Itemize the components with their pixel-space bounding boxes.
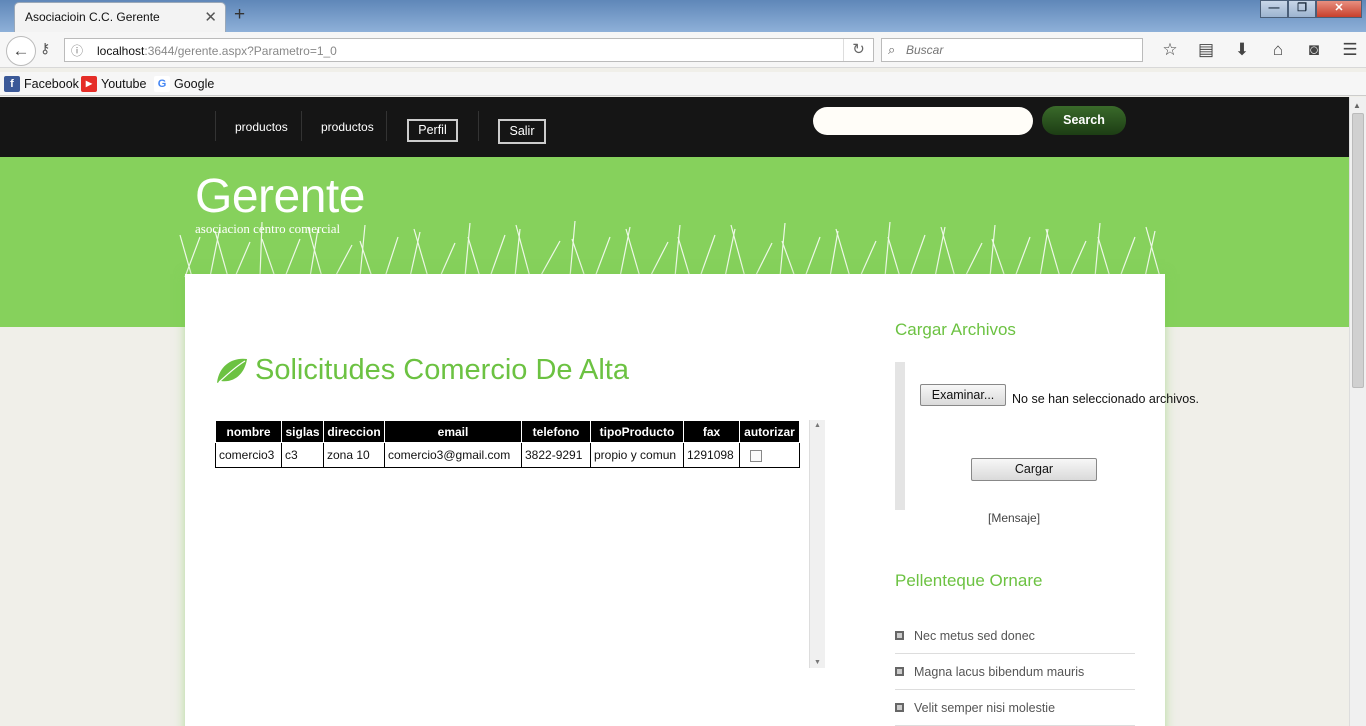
bookmarks-bar: f Facebook ▶ Youtube G Google	[0, 72, 1366, 96]
cell-fax: 1291098	[683, 442, 740, 468]
url-host: localhost	[97, 44, 145, 58]
close-window-icon[interactable]: ✕	[1316, 0, 1362, 18]
column-header: siglas	[281, 420, 324, 443]
list-item-label: Magna lacus bibendum mauris	[914, 664, 1085, 679]
menu-label: productos	[235, 120, 288, 134]
url-path: :3644/gerente.aspx?Parametro=1_0	[144, 44, 337, 58]
page-scrollbar[interactable]: ▲	[1349, 97, 1366, 726]
page-title: Solicitudes Comercio De Alta	[255, 354, 629, 386]
address-bar[interactable]: ⓘ localhost:3644/gerente.aspx?Parametro=…	[64, 38, 874, 62]
bookmark-label: Facebook	[24, 77, 79, 91]
column-header: telefono	[521, 420, 591, 443]
leaf-icon	[217, 358, 247, 383]
page-heading: Solicitudes Comercio De Alta	[215, 354, 629, 387]
upload-panel-bar	[895, 362, 905, 510]
menu-productos-2[interactable]: productos	[301, 111, 387, 141]
file-status: No se han seleccionado archivos.	[1012, 392, 1199, 406]
list-item-label: Velit semper nisi molestie	[914, 700, 1056, 715]
window-controls: — ❐ ✕	[1260, 0, 1362, 18]
site-search-button[interactable]: Search	[1042, 106, 1126, 135]
site-topbar: productos productos Perfil Salir Search	[0, 97, 1349, 157]
table-row: comercio3 c3 zona 10 comercio3@gmail.com…	[215, 442, 800, 468]
info-icon[interactable]: ⓘ	[71, 42, 83, 59]
side-list: Nec metus sed donec Magna lacus bibendum…	[895, 618, 1135, 726]
back-arrow-icon[interactable]: ←	[6, 36, 36, 66]
list-item[interactable]: Nec metus sed donec	[895, 618, 1135, 654]
google-icon: G	[154, 76, 170, 92]
download-icon[interactable]: ⬇	[1224, 40, 1260, 60]
column-header: fax	[683, 420, 740, 443]
page-viewport: productos productos Perfil Salir Search …	[0, 97, 1349, 726]
site-search-input[interactable]	[813, 107, 1033, 135]
new-tab-icon[interactable]: +	[234, 4, 245, 26]
upload-heading: Cargar Archivos	[895, 320, 1016, 339]
search-icon: ⌕	[888, 42, 896, 57]
browser-tab[interactable]: Asociacioin C.C. Gerente ✕	[14, 2, 226, 32]
menu-divider	[478, 111, 479, 141]
list-heading: Pellenteque Ornare	[895, 571, 1043, 590]
menu-productos-1[interactable]: productos	[215, 111, 288, 141]
home-icon[interactable]: ⌂	[1260, 40, 1296, 60]
salir-button[interactable]: Salir	[498, 119, 546, 144]
pocket-icon[interactable]: ◙	[1296, 40, 1332, 60]
message-label: [Mensaje]	[988, 511, 1041, 525]
bookmark-youtube[interactable]: ▶ Youtube	[81, 76, 146, 92]
column-header: direccion	[323, 420, 385, 443]
cell-nombre: comercio3	[215, 442, 282, 468]
reading-list-icon[interactable]: ▤	[1188, 40, 1224, 60]
bookmark-label: Google	[174, 77, 215, 91]
youtube-icon: ▶	[81, 76, 97, 92]
menu-icon[interactable]: ☰	[1332, 40, 1366, 60]
facebook-icon: f	[4, 76, 20, 92]
minimize-icon[interactable]: —	[1260, 0, 1288, 18]
reload-icon[interactable]: ↻	[843, 39, 873, 61]
column-header: nombre	[215, 420, 282, 443]
browser-titlebar: Asociacioin C.C. Gerente ✕ + — ❐ ✕	[0, 0, 1366, 32]
key-icon[interactable]: ⚷	[40, 40, 50, 57]
menu-label: productos	[321, 120, 374, 134]
bullet-icon	[895, 631, 904, 640]
bookmark-google[interactable]: G Google	[154, 76, 214, 92]
scroll-up-icon[interactable]: ▲	[814, 422, 821, 429]
cell-direccion: zona 10	[323, 442, 385, 468]
cell-email: comercio3@gmail.com	[384, 442, 522, 468]
solicitudes-grid: nombre siglas direccion email telefono t…	[215, 420, 825, 668]
browser-search[interactable]: ⌕	[881, 38, 1143, 62]
cell-telefono: 3822-9291	[521, 442, 591, 468]
browser-navbar: ← ⚷ ⓘ localhost:3644/gerente.aspx?Parame…	[0, 32, 1366, 68]
scroll-down-icon[interactable]: ▼	[814, 659, 821, 666]
scroll-thumb[interactable]	[1352, 113, 1364, 388]
scroll-up-icon[interactable]: ▲	[1353, 101, 1361, 110]
browser-search-input[interactable]	[906, 42, 1126, 58]
bookmark-star-icon[interactable]: ☆	[1152, 40, 1188, 60]
toolbar-icons: ☆ ▤ ⬇ ⌂ ◙ ☰	[1152, 40, 1366, 60]
column-header: tipoProducto	[590, 420, 684, 443]
list-item-label: Nec metus sed donec	[914, 628, 1035, 643]
grid-scrollbar[interactable]: ▲ ▼	[809, 420, 825, 668]
bookmark-label: Youtube	[101, 77, 147, 91]
browse-button[interactable]: Examinar...	[920, 384, 1006, 406]
content-panel: Solicitudes Comercio De Alta nombre sigl…	[185, 274, 1199, 726]
site-subtitle: asociacion centro comercial	[195, 221, 341, 236]
list-item[interactable]: Magna lacus bibendum mauris	[895, 654, 1135, 690]
cell-siglas: c3	[281, 442, 324, 468]
cell-autorizar	[739, 442, 800, 468]
column-header: autorizar	[739, 420, 800, 443]
tab-title: Asociacioin C.C. Gerente	[25, 10, 160, 24]
bullet-icon	[895, 667, 904, 676]
upload-button[interactable]: Cargar	[971, 458, 1097, 481]
autorizar-checkbox[interactable]	[750, 449, 762, 462]
bullet-icon	[895, 703, 904, 712]
url-text: localhost:3644/gerente.aspx?Parametro=1_…	[97, 44, 337, 58]
perfil-button[interactable]: Perfil	[407, 119, 458, 142]
solicitudes-table: nombre siglas direccion email telefono t…	[215, 420, 800, 468]
site-title: Gerente	[195, 170, 365, 223]
table-header-row: nombre siglas direccion email telefono t…	[215, 420, 800, 443]
list-item[interactable]: Velit semper nisi molestie	[895, 690, 1135, 726]
close-tab-icon[interactable]: ✕	[204, 8, 217, 26]
column-header: email	[384, 420, 522, 443]
maximize-icon[interactable]: ❐	[1288, 0, 1316, 18]
cell-tipoproducto: propio y comun	[590, 442, 684, 468]
bookmark-facebook[interactable]: f Facebook	[4, 76, 79, 92]
